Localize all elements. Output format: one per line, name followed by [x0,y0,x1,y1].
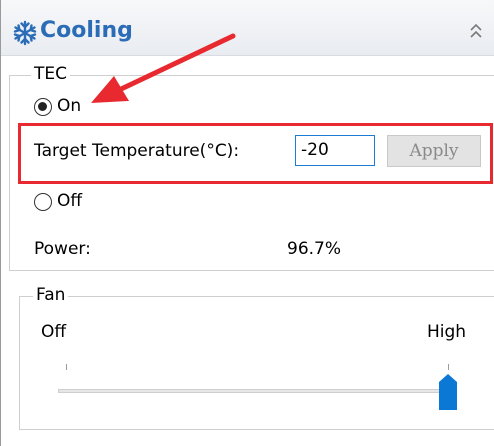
fan-legend: Fan [33,285,69,305]
radio-selected-dot [38,102,47,111]
fan-min-label: Off [41,322,67,342]
annotation-highlight-box [18,123,493,184]
panel-title: Cooling [40,18,133,43]
slider-tick-max [448,364,449,370]
power-value: 96.7% [287,239,342,259]
fan-slider-track[interactable] [58,389,457,393]
snowflake-icon [13,20,37,46]
panel-header[interactable]: Cooling [1,0,494,56]
tec-off-label[interactable]: Off [57,191,82,211]
collapse-chevron-icon[interactable] [469,22,483,40]
tec-legend: TEC [31,64,70,84]
cooling-panel: Cooling TEC On Target Temperature(°C): -… [0,0,494,446]
tec-on-label[interactable]: On [57,96,81,116]
slider-tick-min [66,364,67,370]
tec-off-radio[interactable] [34,193,52,211]
fan-slider-thumb[interactable] [438,374,458,410]
tec-on-radio[interactable] [34,98,52,116]
power-label: Power: [34,239,91,259]
fan-max-label: High [427,322,467,342]
fan-group [19,296,494,430]
